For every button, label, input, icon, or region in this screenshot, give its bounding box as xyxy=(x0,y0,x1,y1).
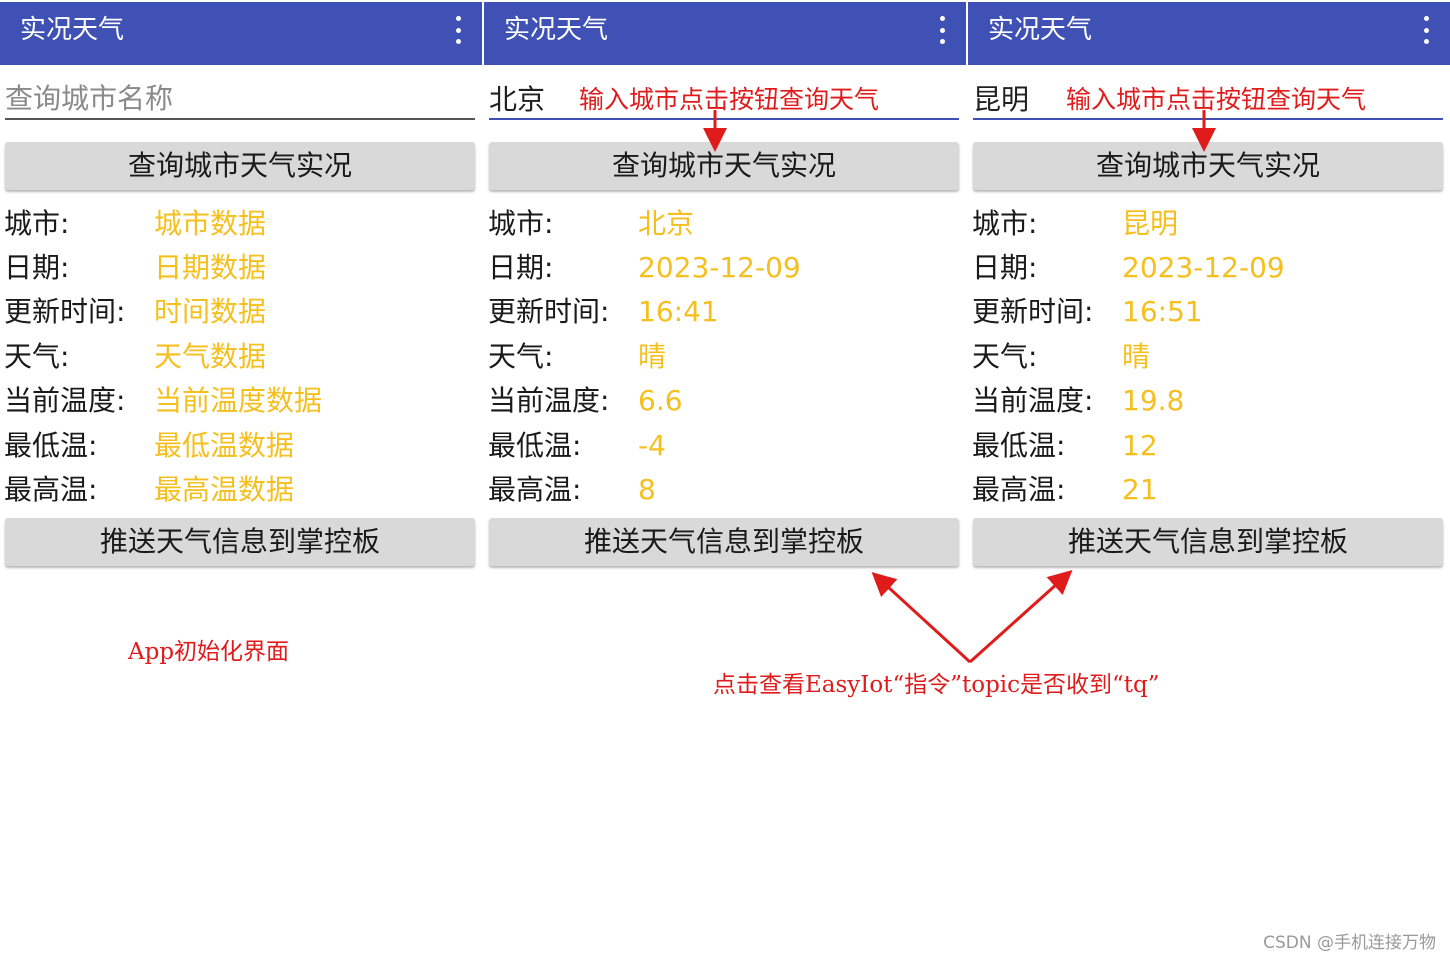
arrow-to-push-beijing xyxy=(871,571,972,664)
annotation-arrows xyxy=(703,110,1216,664)
watermark: CSDN @手机连接万物 xyxy=(1263,933,1436,953)
arrow-to-push-kunming xyxy=(968,569,1073,664)
